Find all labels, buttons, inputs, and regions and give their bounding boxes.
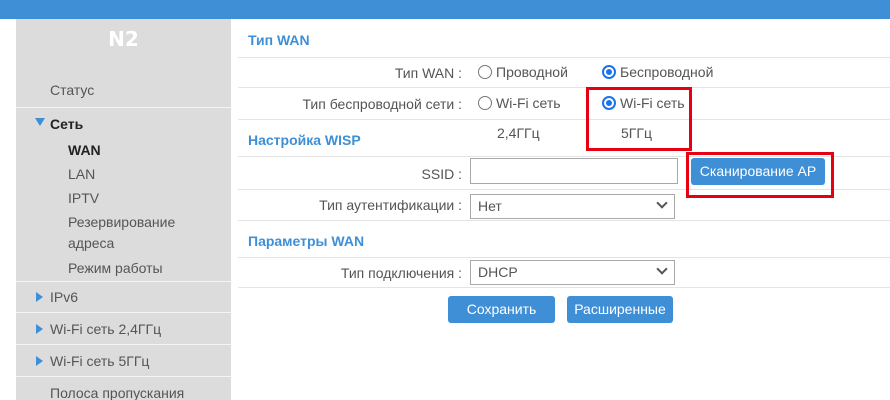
sidebar-item-lan[interactable]: LAN [16, 166, 231, 182]
advanced-button[interactable]: Расширенные [567, 296, 673, 323]
sidebar-item-ipv6[interactable]: IPv6 [16, 289, 231, 305]
wan-type-wired-radio[interactable]: Проводной [478, 64, 568, 80]
wan-type-label: Тип WAN : [394, 65, 462, 81]
sidebar-item-iptv[interactable]: IPTV [16, 190, 231, 206]
wan-type-row: Тип WAN : Проводной Беспроводной [238, 57, 890, 88]
expand-right-icon [36, 324, 43, 334]
radio-circle-selected [602, 65, 616, 79]
highlight-box-scan [686, 152, 834, 198]
sidebar-item-label: Wi-Fi сеть 5ГГц [50, 353, 150, 369]
sidebar-item-address-reservation[interactable]: Резервирование адреса [16, 214, 231, 251]
sidebar-item-label: Резервирование [68, 214, 176, 230]
sidebar-item-bandwidth[interactable]: Полоса пропускания [16, 385, 231, 400]
sidebar-item-label: IPTV [68, 190, 100, 206]
wireless-type-24ghz-radio[interactable]: Wi-Fi сеть [478, 95, 561, 111]
radio-circle [478, 96, 492, 110]
top-bar [0, 0, 890, 19]
wireless-type-label: Тип беспроводной сети : [302, 96, 462, 112]
sidebar-item-label: адреса [68, 235, 115, 251]
sidebar-item-work-mode[interactable]: Режим работы [16, 260, 231, 276]
select-value: Нет [478, 198, 502, 214]
section-title-wisp: Настройка WISP [248, 132, 361, 148]
sidebar-item-wan[interactable]: WAN [16, 142, 231, 158]
connection-type-label: Тип подключения : [340, 265, 462, 281]
save-button[interactable]: Сохранить [448, 296, 555, 323]
sidebar-divider [16, 344, 231, 345]
chevron-down-icon [656, 197, 668, 209]
highlight-box-5ghz [586, 87, 692, 151]
radio-label: Беспроводной [620, 64, 714, 80]
sidebar-item-label: Режим работы [68, 260, 163, 276]
expand-right-icon [36, 356, 43, 366]
ssid-label: SSID : [421, 166, 462, 182]
radio-circle [478, 65, 492, 79]
connection-type-select[interactable]: DHCP [470, 260, 675, 285]
auth-type-label: Тип аутентификации : [319, 197, 462, 213]
band-label-24ghz: 2,4ГГц [497, 125, 540, 141]
sidebar-item-wifi-24[interactable]: Wi-Fi сеть 2,4ГГц [16, 321, 231, 337]
radio-label: Wi-Fi сеть [496, 95, 561, 111]
sidebar-item-label: WAN [68, 142, 101, 158]
model-name: N2 [108, 27, 139, 51]
sidebar-item-status[interactable]: Статус [16, 82, 231, 98]
sidebar-divider [16, 312, 231, 313]
sidebar-item-label: IPv6 [50, 289, 79, 305]
sidebar-divider [16, 376, 231, 377]
sidebar-item-label: Полоса пропускания [50, 385, 185, 400]
chevron-down-icon [656, 263, 668, 275]
expand-right-icon [36, 292, 43, 302]
sidebar-divider [16, 107, 231, 108]
sidebar-item-label: Статус [50, 82, 95, 98]
section-title-wan-type: Тип WAN [248, 32, 310, 48]
sidebar-item-wifi-5[interactable]: Wi-Fi сеть 5ГГц [16, 353, 231, 369]
sidebar-item-network[interactable]: Сеть [16, 116, 231, 132]
sidebar-divider [16, 281, 231, 282]
radio-label: Проводной [496, 64, 568, 80]
expand-down-icon [35, 118, 45, 126]
select-value: DHCP [478, 264, 518, 280]
sidebar-item-label: Wi-Fi сеть 2,4ГГц [50, 321, 162, 337]
section-title-wan-params: Параметры WAN [248, 233, 365, 249]
sidebar-item-label: LAN [68, 166, 96, 182]
auth-type-select[interactable]: Нет [470, 194, 675, 219]
ssid-input[interactable] [470, 158, 678, 184]
wireless-type-row: Тип беспроводной сети : Wi-Fi сеть Wi-Fi… [238, 89, 890, 120]
sidebar-item-label: Сеть [50, 116, 84, 132]
wan-type-wireless-radio[interactable]: Беспроводной [602, 64, 713, 80]
sidebar: N2 Статус Сеть WAN LAN IPTV Резервирован… [16, 19, 231, 400]
